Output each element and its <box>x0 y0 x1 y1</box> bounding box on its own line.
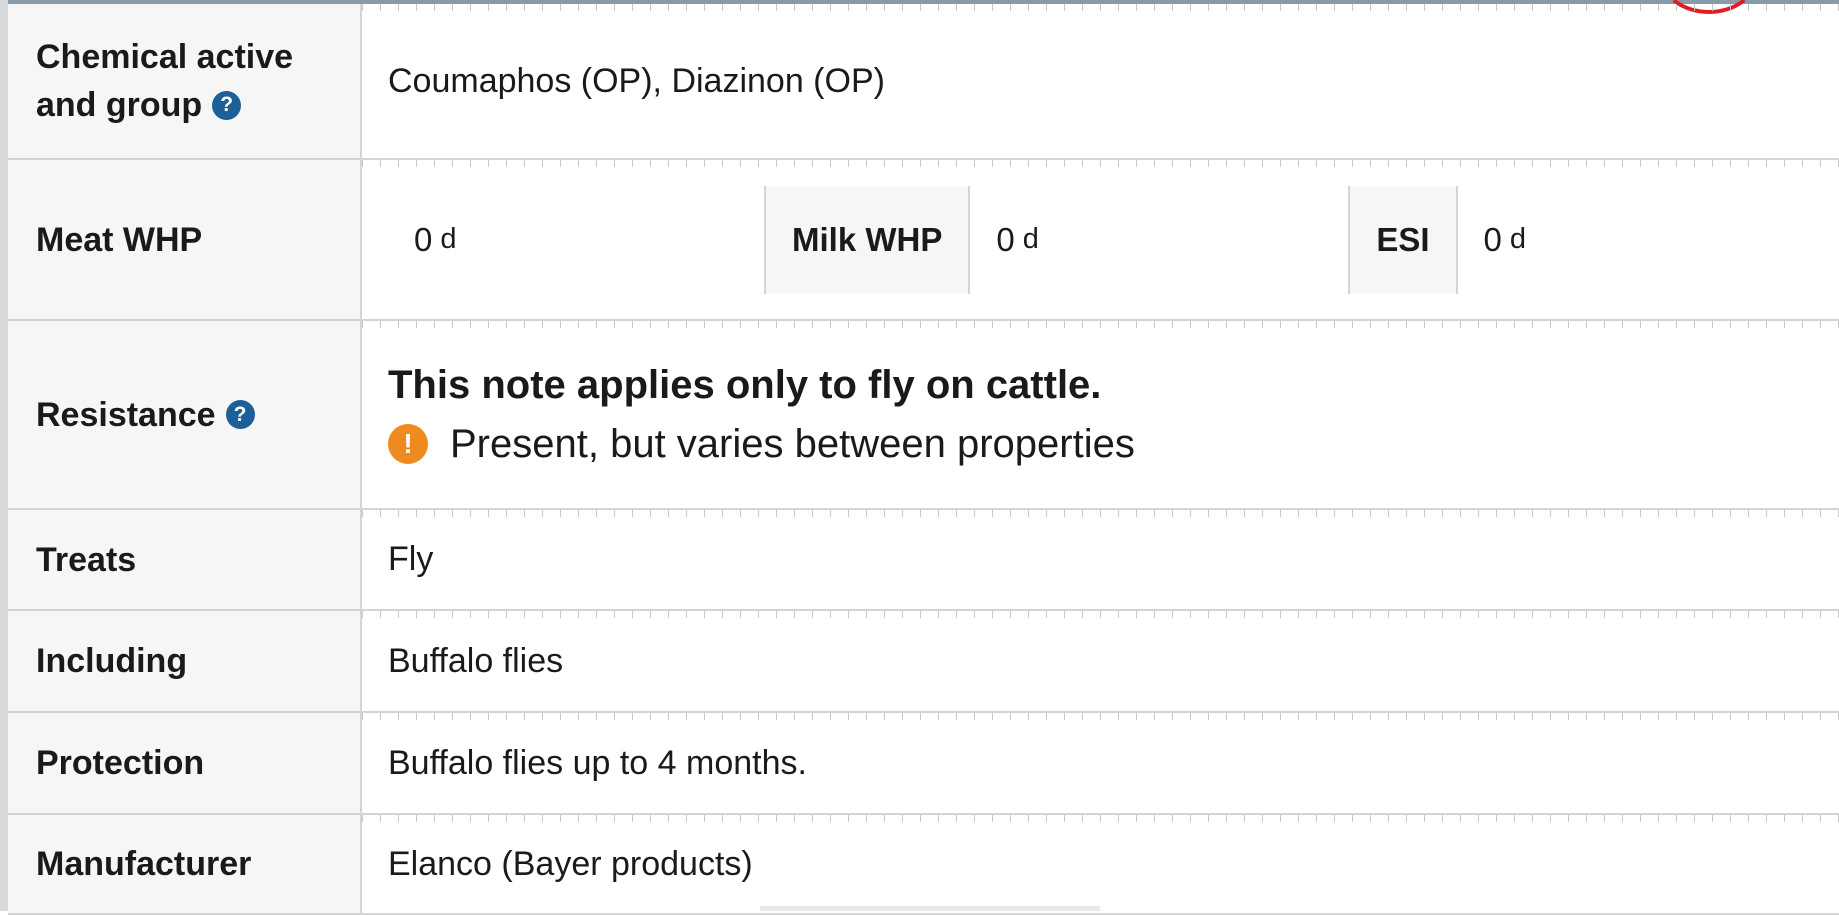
milk-whp-value-cell: 0d <box>970 186 1348 294</box>
whp-values: 0d Milk WHP 0d ESI 0d <box>361 159 1839 321</box>
left-edge <box>0 0 8 911</box>
chemical-value: Coumaphos (OP), Diazinon (OP) <box>361 4 1839 160</box>
chemical-label-line1: Chemical active <box>36 38 294 76</box>
row-treats: Treats Fly <box>8 509 1839 611</box>
esi-label: ESI <box>1348 185 1458 294</box>
esi-value-cell: 0d <box>1458 186 1527 294</box>
meat-whp-value-cell: 0d <box>362 186 764 294</box>
help-icon[interactable]: ? <box>212 90 242 120</box>
chemical-label-line2: and group <box>36 86 203 124</box>
resistance-note: This note applies only to fly on cattle. <box>388 362 1102 407</box>
row-chemical: Chemical active and group? Coumaphos (OP… <box>8 4 1839 160</box>
esi-unit: d <box>1509 223 1527 255</box>
esi-value: 0 <box>1483 220 1502 258</box>
including-label: Including <box>8 610 362 713</box>
meat-whp-unit: d <box>440 223 457 255</box>
row-including: Including Buffalo flies <box>8 610 1839 713</box>
resistance-label: Resistance? <box>8 320 362 510</box>
row-whp: Meat WHP 0d Milk WHP 0d ESI 0d <box>8 159 1839 321</box>
product-details-table: Chemical active and group? Coumaphos (OP… <box>8 4 1839 915</box>
manufacturer-label: Manufacturer <box>8 814 362 915</box>
resistance-status: ! Present, but varies between properties <box>388 422 1839 467</box>
bottom-element-edge <box>760 906 1100 911</box>
row-manufacturer: Manufacturer Elanco (Bayer products) <box>8 814 1839 915</box>
protection-label: Protection <box>8 712 362 815</box>
meat-whp-label: Meat WHP <box>8 159 362 321</box>
milk-whp-label: Milk WHP <box>764 185 971 294</box>
milk-whp-value: 0 <box>996 220 1015 258</box>
resistance-status-text: Present, but varies between properties <box>450 421 1135 466</box>
manufacturer-value: Elanco (Bayer products) <box>361 814 1839 915</box>
milk-whp-unit: d <box>1022 223 1039 255</box>
resistance-label-text: Resistance <box>36 395 216 434</box>
help-icon[interactable]: ? <box>225 400 255 430</box>
treats-label: Treats <box>8 509 362 611</box>
treats-value: Fly <box>361 509 1839 611</box>
including-value: Buffalo flies <box>361 610 1839 713</box>
chemical-label: Chemical active and group? <box>8 4 362 160</box>
resistance-value: This note applies only to fly on cattle.… <box>361 320 1839 510</box>
meat-whp-value: 0 <box>414 220 433 258</box>
row-protection: Protection Buffalo flies up to 4 months. <box>8 712 1839 815</box>
protection-value: Buffalo flies up to 4 months. <box>361 712 1839 815</box>
warning-icon: ! <box>388 424 428 464</box>
row-resistance: Resistance? This note applies only to fl… <box>8 320 1839 510</box>
